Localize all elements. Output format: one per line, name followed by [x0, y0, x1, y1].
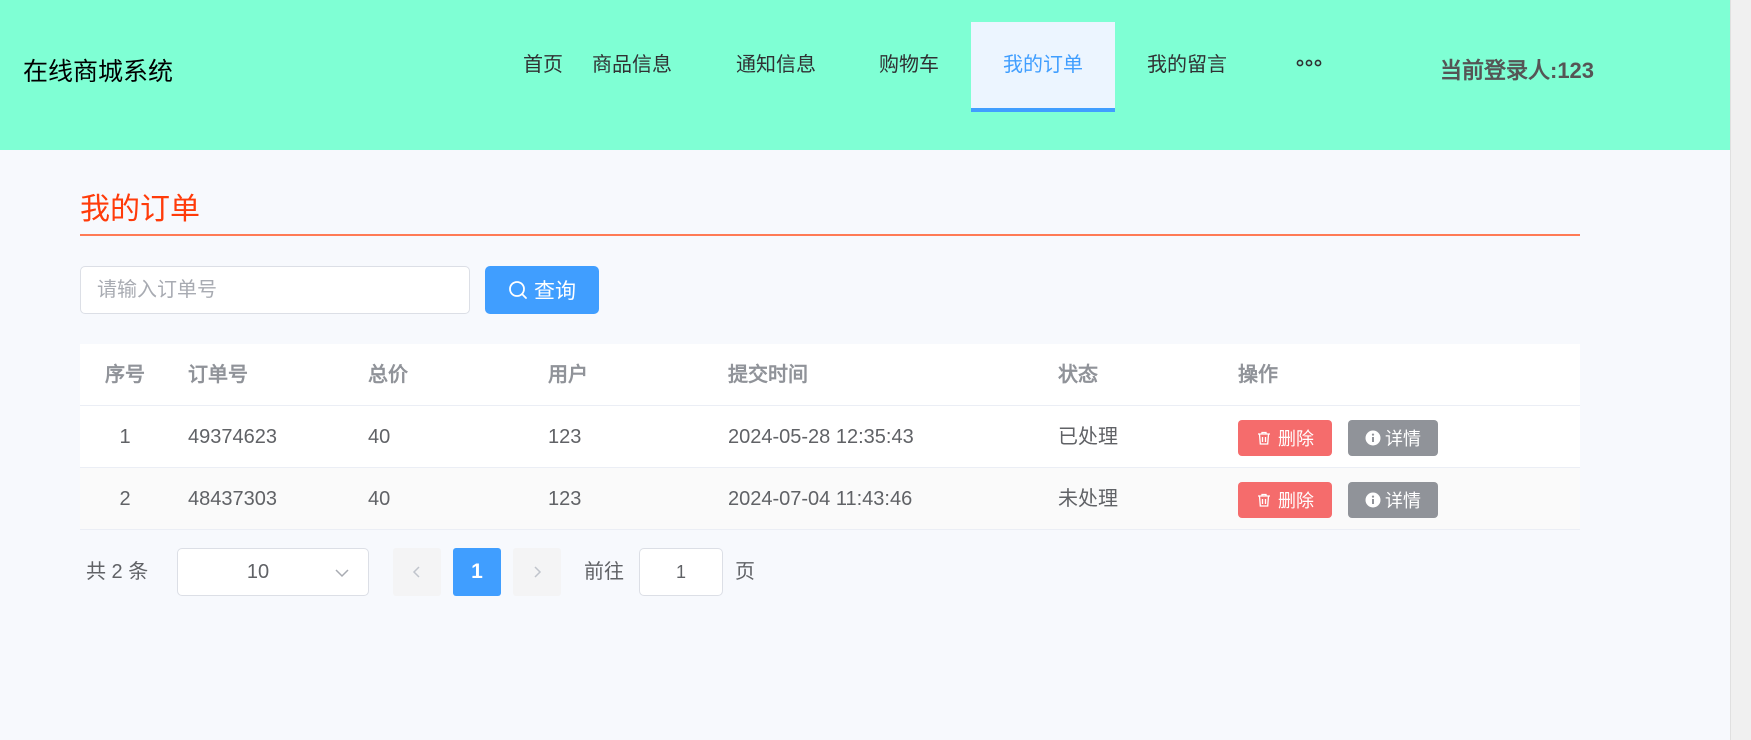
- nav-item-products[interactable]: 商品信息: [582, 22, 682, 112]
- page-number-current[interactable]: 1: [453, 548, 501, 596]
- more-dots-icon: [1296, 59, 1322, 67]
- row-submit-time: 2024-07-04 11:43:46: [728, 488, 913, 510]
- page-title: 我的订单: [80, 193, 200, 226]
- column-header-user: 用户: [548, 364, 588, 386]
- column-header-order-no: 订单号: [188, 364, 248, 386]
- nav-item-my-messages[interactable]: 我的留言: [1137, 22, 1237, 112]
- column-header-total: 总价: [368, 364, 408, 386]
- column-header-status: 状态: [1058, 364, 1098, 386]
- trash-icon: [1258, 493, 1270, 507]
- table-row: 1 49374623 40 123 2024-05-28 12:35:43 已处…: [80, 406, 1580, 468]
- row-index: 1: [119, 426, 131, 448]
- row-submit-time: 2024-05-28 12:35:43: [728, 426, 914, 448]
- row-status: 未处理: [1058, 488, 1118, 510]
- chevron-right-icon: [534, 566, 542, 578]
- detail-button-label: 详情: [1385, 491, 1421, 511]
- row-total: 40: [368, 426, 391, 448]
- detail-button[interactable]: 详情: [1348, 420, 1438, 456]
- nav-item-my-orders[interactable]: 我的订单: [971, 22, 1115, 112]
- next-page-button[interactable]: [513, 548, 561, 596]
- delete-button-label: 删除: [1278, 429, 1314, 449]
- nav-item-home[interactable]: 首页: [494, 22, 592, 112]
- page-size-value: 10: [246, 561, 270, 583]
- column-header-actions: 操作: [1238, 364, 1278, 386]
- search-button[interactable]: 查询: [485, 266, 599, 314]
- detail-button[interactable]: 详情: [1348, 482, 1438, 518]
- chevron-left-icon: [412, 566, 420, 578]
- delete-button[interactable]: 删除: [1238, 420, 1332, 456]
- page-size-select[interactable]: 10: [177, 548, 369, 596]
- pagination: 共 2 条 10 1 前往 页: [80, 548, 880, 596]
- top-header: 在线商城系统 首页 商品信息 通知信息 购物车 我的订单 我的留言 当前登录人:…: [0, 0, 1730, 150]
- row-order-no: 48437303: [188, 488, 277, 510]
- row-order-no: 49374623: [188, 426, 277, 448]
- search-icon: [509, 281, 527, 299]
- row-status: 已处理: [1058, 426, 1118, 448]
- row-total: 40: [368, 488, 391, 510]
- delete-button[interactable]: 删除: [1238, 482, 1332, 518]
- brand-title: 在线商城系统: [23, 58, 174, 86]
- nav-item-cart[interactable]: 购物车: [862, 22, 956, 112]
- prev-page-button[interactable]: [393, 548, 441, 596]
- trash-icon: [1258, 431, 1270, 445]
- row-user: 123: [548, 426, 582, 448]
- nav-more-button[interactable]: [1284, 22, 1334, 112]
- row-index: 2: [119, 488, 131, 510]
- title-divider: [80, 234, 1580, 236]
- current-user-label: 当前登录人:123: [1440, 58, 1595, 83]
- page-unit-label: 页: [735, 561, 755, 583]
- search-button-label: 查询: [534, 280, 576, 303]
- chevron-down-icon: [335, 569, 349, 578]
- order-number-search-input[interactable]: [80, 266, 470, 314]
- vertical-scrollbar[interactable]: [1730, 0, 1751, 740]
- detail-button-label: 详情: [1385, 429, 1421, 449]
- table-row: 2 48437303 40 123 2024-07-04 11:43:46 未处…: [80, 468, 1580, 530]
- orders-table: 序号 订单号 总价 用户 提交时间 状态 操作 1 49374623 40 12…: [80, 344, 1580, 530]
- delete-button-label: 删除: [1278, 491, 1314, 511]
- nav-item-notices[interactable]: 通知信息: [726, 22, 826, 112]
- pagination-total: 共 2 条: [86, 561, 149, 583]
- column-header-submit-time: 提交时间: [728, 364, 808, 386]
- info-icon: [1365, 430, 1381, 446]
- row-user: 123: [548, 488, 582, 510]
- table-header-row: 序号 订单号 总价 用户 提交时间 状态 操作: [80, 344, 1580, 406]
- info-icon: [1365, 492, 1381, 508]
- goto-label: 前往: [584, 561, 624, 583]
- column-header-index: 序号: [105, 364, 145, 386]
- goto-page-input[interactable]: [639, 548, 723, 596]
